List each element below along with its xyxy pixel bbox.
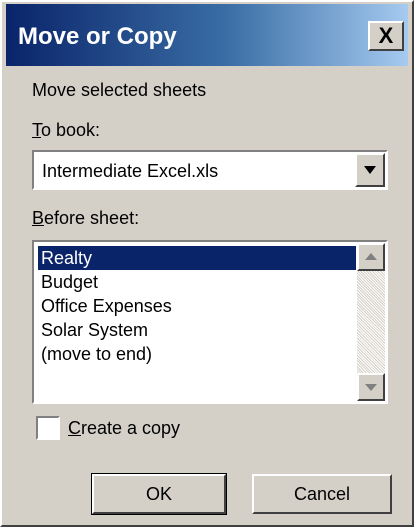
to-book-value: Intermediate Excel.xls	[42, 161, 219, 181]
create-copy-label[interactable]: Create a copy	[68, 418, 180, 438]
chevron-down-icon	[364, 166, 376, 174]
before-sheet-items: Realty Budget Office Expenses Solar Syst…	[38, 246, 356, 366]
create-copy-checkbox[interactable]	[36, 416, 60, 440]
window-title: Move or Copy	[18, 23, 177, 50]
scroll-down-button[interactable]	[357, 373, 385, 401]
prompt-label: Move selected sheets	[32, 80, 207, 100]
move-or-copy-dialog: Move or Copy X Move selected sheets To b…	[0, 0, 414, 527]
list-item[interactable]: Budget	[38, 270, 356, 294]
to-book-label: To book:	[32, 120, 100, 140]
before-sheet-label-text: efore sheet:	[44, 208, 140, 228]
scroll-up-button[interactable]	[357, 243, 385, 271]
listbox-scrollbar[interactable]	[357, 243, 385, 401]
to-book-accel: T	[32, 120, 41, 140]
scroll-up-arrow-icon	[365, 253, 377, 260]
list-item[interactable]: Solar System	[38, 318, 356, 342]
before-sheet-accel: B	[32, 208, 45, 228]
to-book-label-text: o book:	[41, 120, 101, 140]
before-sheet-label: Before sheet:	[32, 208, 139, 228]
close-icon: X	[378, 23, 394, 48]
list-item[interactable]: (move to end)	[38, 342, 356, 366]
title-bar[interactable]: Move or Copy X	[6, 4, 408, 66]
list-item[interactable]: Office Expenses	[38, 294, 356, 318]
ok-button[interactable]: OK	[91, 473, 227, 515]
close-button[interactable]: X	[368, 21, 404, 51]
to-book-dropdown[interactable]: Intermediate Excel.xls	[32, 150, 388, 190]
create-copy-accel: C	[68, 418, 81, 438]
create-copy-label-text: reate a copy	[81, 418, 181, 438]
before-sheet-listbox[interactable]: Realty Budget Office Expenses Solar Syst…	[32, 240, 388, 404]
to-book-dropdown-button[interactable]	[355, 153, 385, 187]
cancel-button[interactable]: Cancel	[252, 474, 392, 514]
scroll-down-arrow-icon	[365, 384, 377, 391]
list-item[interactable]: Realty	[38, 246, 356, 270]
